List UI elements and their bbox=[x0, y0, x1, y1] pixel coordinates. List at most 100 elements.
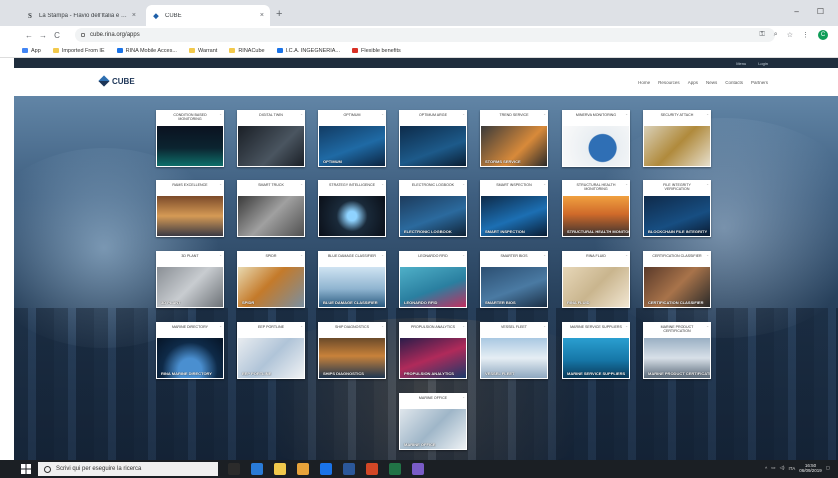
network-icon[interactable]: ▭ bbox=[771, 465, 775, 471]
tile-menu-icon[interactable]: ⌄ bbox=[219, 182, 222, 186]
app-tile[interactable]: MARINE SERVICE SUPPLIERS ⌄ MARINE SERVICE … bbox=[562, 322, 630, 379]
taskbar-app-icon[interactable] bbox=[251, 463, 263, 475]
tile-menu-icon[interactable]: ⌄ bbox=[219, 253, 222, 257]
app-tile[interactable]: MARINE DIRECTORY ⌄ RINA MARINE DIRECTORY bbox=[156, 322, 224, 379]
tile-menu-icon[interactable]: ⌄ bbox=[625, 324, 628, 328]
tile-menu-icon[interactable]: ⌄ bbox=[625, 253, 628, 257]
app-tile[interactable]: SMART INSPECTION ⌄ SMART INSPECTION bbox=[480, 180, 548, 237]
app-tile[interactable]: STRATEGY INTELLIGENCE ⌄ bbox=[318, 180, 386, 237]
taskbar-app-icon[interactable] bbox=[320, 463, 332, 475]
forward-button[interactable]: → bbox=[36, 31, 50, 40]
app-tile[interactable]: MINERVA MONITORING ⌄ bbox=[562, 110, 630, 167]
app-tile[interactable]: SMART TRUCK ⌄ bbox=[237, 180, 305, 237]
site-nav-item[interactable]: Partners bbox=[751, 80, 768, 85]
site-nav-item[interactable]: News bbox=[706, 80, 717, 85]
close-tab-icon[interactable]: × bbox=[260, 12, 264, 19]
site-nav-item[interactable]: Apps bbox=[688, 80, 698, 85]
taskbar-app-icon[interactable] bbox=[297, 463, 309, 475]
tile-menu-icon[interactable]: ⌄ bbox=[625, 182, 628, 186]
tile-menu-icon[interactable]: ⌄ bbox=[219, 324, 222, 328]
site-nav-item[interactable]: Home bbox=[638, 80, 650, 85]
tile-menu-icon[interactable]: ⌄ bbox=[706, 324, 709, 328]
close-tab-icon[interactable]: × bbox=[132, 12, 136, 19]
app-tile[interactable]: SHIP DIAGNOSTICS ⌄ SHIPS DIAGNOSTICS bbox=[318, 322, 386, 379]
cube-logo[interactable]: CUBE bbox=[98, 75, 135, 87]
taskbar-app-icon[interactable] bbox=[228, 463, 240, 475]
bookmark-item[interactable]: App bbox=[22, 48, 41, 54]
bookmark-item[interactable]: Imported From IE bbox=[52, 48, 105, 54]
tile-menu-icon[interactable]: ⌄ bbox=[706, 182, 709, 186]
tile-menu-icon[interactable]: ⌄ bbox=[381, 324, 384, 328]
volume-icon[interactable]: ◁) bbox=[780, 465, 785, 471]
tile-menu-icon[interactable]: ⌄ bbox=[462, 182, 465, 186]
app-tile[interactable]: CONDITION BASED MONITORING ⌄ bbox=[156, 110, 224, 167]
menu-link[interactable]: Menu bbox=[736, 61, 746, 66]
tile-menu-icon[interactable]: ⌄ bbox=[381, 253, 384, 257]
app-tile[interactable]: MARINE OFFICE ⌄ MARINE OFFICE bbox=[399, 393, 467, 450]
tile-menu-icon[interactable]: ⌄ bbox=[543, 324, 546, 328]
language-indicator[interactable]: ITA bbox=[789, 466, 796, 471]
app-tile[interactable]: PROPULSION ANALYTICS ⌄ PROPULSION ANALYTIC… bbox=[399, 322, 467, 379]
tile-menu-icon[interactable]: ⌄ bbox=[300, 182, 303, 186]
site-nav-item[interactable]: Resources bbox=[658, 80, 680, 85]
app-tile[interactable]: BLUE DAMAGE CLASSIFIER ⌄ BLUE DAMAGE CLASS… bbox=[318, 251, 386, 308]
tile-menu-icon[interactable]: ⌄ bbox=[462, 112, 465, 116]
tile-menu-icon[interactable]: ⌄ bbox=[706, 112, 709, 116]
app-tile[interactable]: ELECTRONIC LOGBOOK ⌄ ELECTRONIC LOGBOOK bbox=[399, 180, 467, 237]
bookmark-item[interactable]: I.C.A. INGEGNERIA... bbox=[276, 48, 340, 54]
app-tile[interactable]: FILE INTEGRITY VERIFICATION ⌄ BLOCKCHAIN F… bbox=[643, 180, 711, 237]
tab-la-stampa[interactable]: S La Stampa - Flavio dell'Italia e de...… bbox=[20, 5, 142, 26]
address-bar[interactable]: cube.rina.org/apps bbox=[75, 28, 775, 42]
login-link[interactable]: Login bbox=[758, 61, 768, 66]
app-tile[interactable]: OPTIMUM ⌄ OPTIMUM bbox=[318, 110, 386, 167]
tile-menu-icon[interactable]: ⌄ bbox=[706, 253, 709, 257]
taskbar-app-icon[interactable] bbox=[389, 463, 401, 475]
tile-menu-icon[interactable]: ⌄ bbox=[625, 112, 628, 116]
app-tile[interactable]: STRUCTURAL HEALTH MONITORING ⌄ STRUCTURAL … bbox=[562, 180, 630, 237]
menu-icon[interactable]: ⋮ bbox=[802, 31, 809, 39]
key-icon[interactable]: ⚿ bbox=[759, 31, 764, 39]
taskbar-app-icon[interactable] bbox=[274, 463, 286, 475]
bookmark-item[interactable]: Flexible benefits bbox=[352, 48, 401, 54]
app-tile[interactable]: DIGITAL TWIN ⌄ bbox=[237, 110, 305, 167]
star-icon[interactable]: ☆ bbox=[787, 31, 793, 39]
maximize-button[interactable]: ☐ bbox=[817, 7, 824, 16]
tile-menu-icon[interactable]: ⌄ bbox=[543, 182, 546, 186]
app-tile[interactable]: TREND SERVICE ⌄ STORMS SERVICE bbox=[480, 110, 548, 167]
taskbar-app-icon[interactable] bbox=[412, 463, 424, 475]
bookmark-item[interactable]: Warrant bbox=[188, 48, 217, 54]
minimize-button[interactable]: – bbox=[794, 7, 798, 16]
tile-menu-icon[interactable]: ⌄ bbox=[543, 112, 546, 116]
tile-menu-icon[interactable]: ⌄ bbox=[300, 324, 303, 328]
app-tile[interactable]: RAMS EXCELLENCE ⌄ bbox=[156, 180, 224, 237]
app-tile[interactable]: 3D PLANT ⌄ 3D PLANT bbox=[156, 251, 224, 308]
app-tile[interactable]: SECURITY ATTACH ⌄ bbox=[643, 110, 711, 167]
site-nav-item[interactable]: Contacts bbox=[725, 80, 743, 85]
notifications-icon[interactable]: ▢ bbox=[826, 465, 830, 471]
app-tile[interactable]: OPTIMUM ARGE ⌄ bbox=[399, 110, 467, 167]
tile-menu-icon[interactable]: ⌄ bbox=[462, 253, 465, 257]
tile-menu-icon[interactable]: ⌄ bbox=[543, 253, 546, 257]
reload-button[interactable]: C bbox=[50, 31, 64, 40]
app-tile[interactable]: VESSEL FLEET ⌄ VESSEL FLEET bbox=[480, 322, 548, 379]
app-tile[interactable]: CERTIFICATION CLASSIFIER ⌄ CERTIFICATION C… bbox=[643, 251, 711, 308]
taskbar-app-icon[interactable] bbox=[343, 463, 355, 475]
tab-cube[interactable]: ◆ CUBE × bbox=[146, 5, 270, 26]
tile-menu-icon[interactable]: ⌄ bbox=[300, 253, 303, 257]
taskbar-app-icon[interactable] bbox=[366, 463, 378, 475]
app-tile[interactable]: RINA FLUID ⌄ RINA FLUID bbox=[562, 251, 630, 308]
app-tile[interactable]: EEP PORTLINE ⌄ EEP PORTLINE bbox=[237, 322, 305, 379]
profile-avatar[interactable]: C bbox=[818, 30, 828, 40]
new-tab-button[interactable]: + bbox=[276, 8, 282, 20]
tile-menu-icon[interactable]: ⌄ bbox=[219, 112, 222, 116]
app-tile[interactable]: SMARTER BIOS ⌄ SMARTER BIOS bbox=[480, 251, 548, 308]
app-tile[interactable]: MARINE PRODUCT CERTIFICATION ⌄ MARINE PROD… bbox=[643, 322, 711, 379]
tray-chevron-icon[interactable]: ^ bbox=[765, 466, 767, 471]
taskbar-search-box[interactable]: Scrivi qui per eseguire la ricerca bbox=[38, 462, 218, 476]
tile-menu-icon[interactable]: ⌄ bbox=[381, 112, 384, 116]
tile-menu-icon[interactable]: ⌄ bbox=[381, 182, 384, 186]
tile-menu-icon[interactable]: ⌄ bbox=[300, 112, 303, 116]
clock[interactable]: 16:50 06/09/2019 bbox=[799, 463, 822, 473]
windows-start-icon[interactable] bbox=[21, 464, 31, 474]
app-tile[interactable]: SPIDR ⌄ SPIDR bbox=[237, 251, 305, 308]
